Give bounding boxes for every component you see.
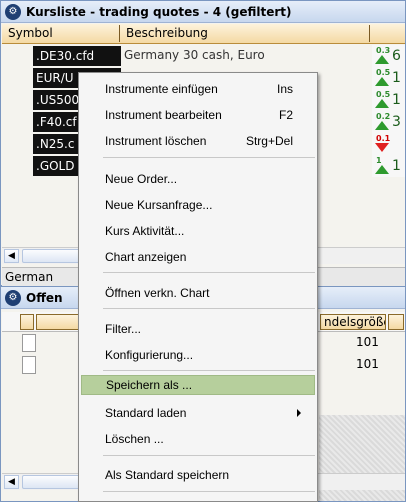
menu-item-edit-instrument[interactable]: Instrument bearbeiten F2 xyxy=(81,105,315,125)
menu-separator xyxy=(103,491,315,492)
menu-item-insert-instruments[interactable]: Instrumente einfügen Ins xyxy=(81,79,315,99)
menu-separator xyxy=(103,272,315,273)
scroll-left-icon[interactable]: ◀ xyxy=(4,475,19,489)
spread-value: 0.1 xyxy=(376,134,391,143)
scroll-thumb[interactable] xyxy=(22,249,82,263)
menu-item-save-as[interactable]: Speichern als ... xyxy=(81,375,315,395)
menu-separator xyxy=(103,455,315,456)
scroll-left-icon[interactable]: ◀ xyxy=(4,249,19,263)
arrow-up-icon xyxy=(375,165,389,174)
menu-item-new-quote-request[interactable]: Neue Kursanfrage... xyxy=(81,195,315,215)
quote-cell: 0.1 xyxy=(372,133,405,155)
trade-size-value: 101 xyxy=(356,357,379,371)
quote-row[interactable]: .DE30.cfd Germany 30 cash, Euro 0.3 6 xyxy=(2,45,405,67)
menu-item-label: Standard laden xyxy=(105,406,187,420)
price-digit: 1 xyxy=(392,158,401,174)
menu-item-label: Instrumente einfügen xyxy=(105,82,218,96)
gear-badge-icon: ⚙ xyxy=(5,289,21,306)
menu-separator xyxy=(103,308,315,309)
gear-badge-icon: ⚙ xyxy=(5,3,21,20)
quote-list-titlebar[interactable]: ⚙ Kursliste - trading quotes - 4 (gefilt… xyxy=(1,1,405,23)
menu-item-shortcut: Ins xyxy=(276,82,293,96)
arrow-up-icon xyxy=(375,99,389,108)
row-select-cell[interactable] xyxy=(22,334,36,352)
scroll-thumb[interactable] xyxy=(22,475,82,489)
quote-cell: 0.5 1 xyxy=(372,67,405,89)
price-digit: 1 xyxy=(392,70,401,86)
trade-size-value: 101 xyxy=(356,335,379,349)
quote-cell: 0.5 1 xyxy=(372,89,405,111)
spread-value: 0.5 xyxy=(376,68,391,77)
menu-separator xyxy=(103,157,315,158)
menu-item-show-chart[interactable]: Chart anzeigen xyxy=(81,247,315,267)
menu-separator xyxy=(103,370,315,371)
column-header-next[interactable] xyxy=(388,314,404,330)
spread-value: 1 xyxy=(376,156,382,165)
arrow-up-icon xyxy=(375,55,389,64)
menu-item-open-linked-chart[interactable]: Öffnen verkn. Chart xyxy=(81,283,315,303)
spread-value: 0.3 xyxy=(376,46,391,55)
menu-item-price-activity[interactable]: Kurs Aktivität... xyxy=(81,221,315,241)
row-select-cell[interactable] xyxy=(22,356,36,374)
column-header-symbol[interactable]: Symbol xyxy=(4,25,120,42)
menu-item-label: Instrument löschen xyxy=(105,134,207,148)
context-menu: Instrumente einfügen Ins Instrument bear… xyxy=(78,72,318,502)
arrow-up-icon xyxy=(375,77,389,86)
column-header-select[interactable] xyxy=(20,314,34,330)
quote-list-title: Kursliste - trading quotes - 4 (gefilter… xyxy=(26,4,292,19)
price-digit: 6 xyxy=(392,48,401,64)
menu-item-filter[interactable]: Filter... xyxy=(81,319,315,339)
spread-value: 0.5 xyxy=(376,90,391,99)
menu-item-shortcut: F2 xyxy=(278,108,293,122)
menu-item-new-order[interactable]: Neue Order... xyxy=(81,169,315,189)
menu-item-delete-instrument[interactable]: Instrument löschen Strg+Del xyxy=(81,131,315,151)
column-header-description[interactable]: Beschreibung xyxy=(122,25,370,42)
spread-value: 0.2 xyxy=(376,112,391,121)
price-digit: 3 xyxy=(392,114,401,130)
quote-cell: 1 1 xyxy=(372,155,405,177)
arrow-down-icon xyxy=(375,143,389,152)
menu-item-save-as-default[interactable]: Als Standard speichern xyxy=(81,465,315,485)
description-cell: Germany 30 cash, Euro xyxy=(124,48,265,62)
symbol-cell: .DE30.cfd xyxy=(33,46,121,66)
quote-cell: 0.3 6 xyxy=(372,45,405,67)
column-header-trade-size[interactable]: ndelsgröße xyxy=(320,314,386,330)
column-header-blank[interactable] xyxy=(36,314,80,330)
quote-list-header: Symbol Beschreibung xyxy=(2,24,405,44)
menu-item-delete[interactable]: Löschen ... xyxy=(81,429,315,449)
menu-item-shortcut: Strg+Del xyxy=(245,134,293,148)
quote-cell: 0.2 3 xyxy=(372,111,405,133)
menu-item-label: Instrument bearbeiten xyxy=(105,108,222,122)
price-digit: 1 xyxy=(392,92,401,108)
submenu-arrow-icon xyxy=(297,409,301,417)
arrow-up-icon xyxy=(375,121,389,130)
open-positions-title: Offen xyxy=(26,290,63,305)
menu-item-load-default[interactable]: Standard laden xyxy=(81,403,315,423)
menu-item-configuration[interactable]: Konfigurierung... xyxy=(81,345,315,365)
